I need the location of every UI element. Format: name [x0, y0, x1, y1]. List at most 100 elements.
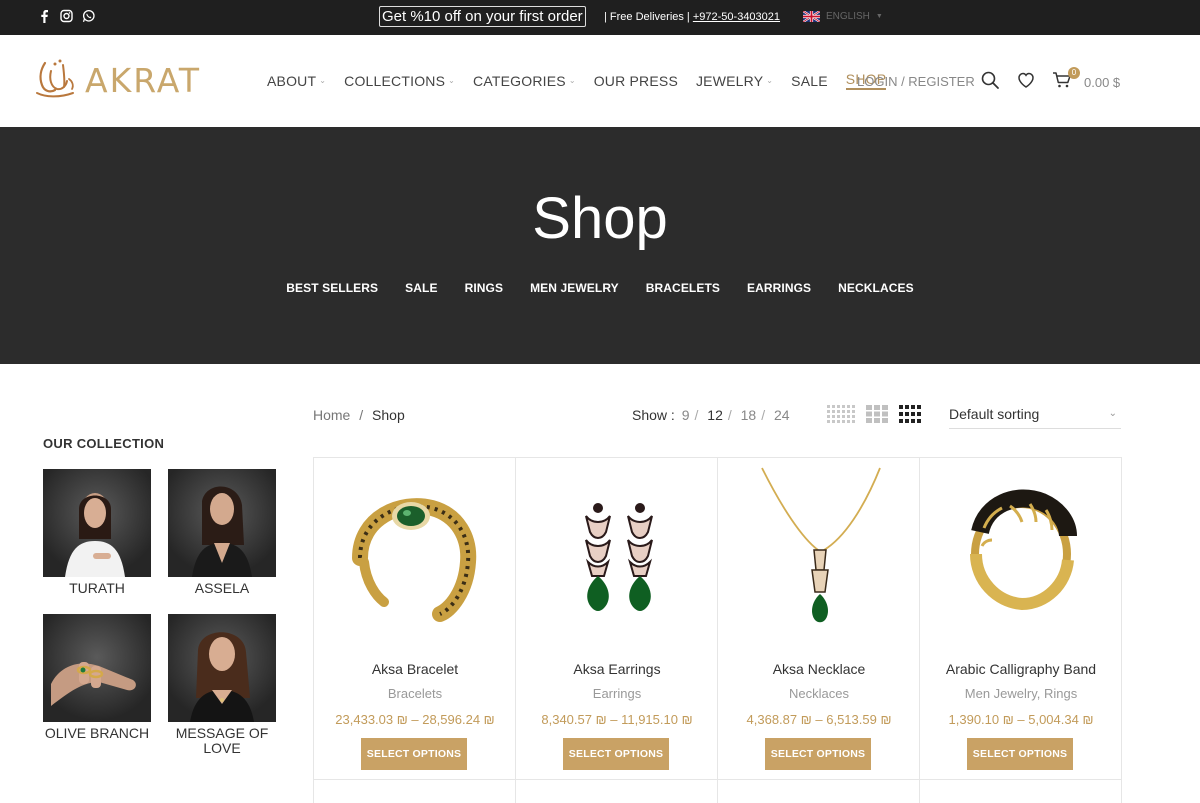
select-options-button[interactable]: SELECT OPTIONS [967, 738, 1073, 770]
collection-label: MESSAGE OF LOVE [175, 725, 269, 756]
show-separator: / [727, 407, 732, 423]
category-men-jewelry[interactable]: MEN JEWELRY [530, 281, 619, 295]
nav-label: JEWELRY [695, 72, 764, 89]
product-card-next-row [718, 780, 920, 803]
nav-collections[interactable]: COLLECTIONS ⌄ [344, 71, 455, 90]
nav-label: OUR PRESS [593, 72, 678, 89]
site-header: AKRAT ABOUT ⌄ COLLECTIONS ⌄ CATEGORIES ⌄ OU… [0, 35, 1200, 127]
show-9[interactable]: 9 [682, 407, 690, 423]
product-name[interactable]: Aksa Earrings [516, 661, 718, 677]
product-image [314, 458, 516, 648]
category-sale[interactable]: SALE [405, 281, 437, 295]
show-separator: / [761, 407, 766, 423]
logo-wordmark: AKRAT [85, 61, 201, 100]
product-card[interactable]: Arabic Calligraphy Band Men Jewelry, Rin… [920, 458, 1122, 780]
product-category[interactable]: Men Jewelry, Rings [920, 686, 1122, 701]
product-image [920, 458, 1122, 648]
nav-label: SALE [791, 72, 828, 89]
select-options-button[interactable]: SELECT OPTIONS [563, 738, 669, 770]
product-grid: Aksa Bracelet Bracelets 23,433.03 ₪ – 28… [313, 457, 1122, 803]
social-links [38, 9, 95, 23]
product-card-next-row [314, 780, 516, 803]
whatsapp-icon[interactable] [82, 9, 95, 23]
nav-sale[interactable]: SALE [791, 71, 828, 90]
category-best-sellers[interactable]: BEST SELLERS [286, 281, 378, 295]
facebook-icon[interactable] [38, 9, 51, 23]
nav-label: COLLECTIONS [344, 72, 446, 89]
category-bracelets[interactable]: BRACELETS [646, 281, 720, 295]
product-price: 23,433.03 ₪ – 28,596.24 ₪ [335, 712, 495, 727]
product-price: 8,340.57 ₪ – 11,915.10 ₪ [541, 712, 693, 727]
product-name[interactable]: Aksa Necklace [718, 661, 920, 677]
chevron-down-icon: ⌄ [766, 76, 774, 85]
product-card[interactable]: Aksa Bracelet Bracelets 23,433.03 ₪ – 28… [314, 458, 516, 780]
category-rings[interactable]: RINGS [465, 281, 504, 295]
product-card-next-row [516, 780, 718, 803]
product-card[interactable]: Aksa Earrings Earrings 8,340.57 ₪ – 11,9… [516, 458, 718, 780]
nav-label: CATEGORIES [473, 72, 566, 89]
promo-banner: Get %10 off on your first order [379, 6, 586, 27]
collection-olive-branch[interactable]: OLIVE BRANCH [43, 614, 151, 741]
sidebar-title: OUR COLLECTION [43, 436, 165, 451]
nav-our-press[interactable]: OUR PRESS [594, 71, 678, 90]
uk-flag-icon [803, 11, 820, 22]
grid-4-columns-icon[interactable] [899, 405, 921, 428]
nav-about[interactable]: ABOUT ⌄ [267, 71, 326, 90]
nav-jewelry[interactable]: JEWELRY ⌄ [696, 71, 773, 90]
wishlist-heart-icon[interactable] [1016, 70, 1036, 90]
show-12[interactable]: 12 [707, 407, 723, 423]
product-name[interactable]: Arabic Calligraphy Band [920, 661, 1122, 677]
product-price: 1,390.10 ₪ – 5,004.34 ₪ [948, 712, 1094, 727]
collection-image [43, 469, 151, 577]
category-necklaces[interactable]: NECKLACES [838, 281, 914, 295]
breadcrumb-current: Shop [372, 407, 405, 423]
language-switcher[interactable]: ENGLISH ▼ [803, 11, 883, 22]
collection-label: ASSELA [194, 580, 250, 596]
chevron-down-icon: ⌄ [319, 76, 327, 85]
collection-label: OLIVE BRANCH [44, 725, 150, 741]
sort-value: Default sorting [949, 406, 1040, 422]
deliveries-text: | Free Deliveries | [604, 11, 690, 23]
phone-link[interactable]: +972-50-3403021 [693, 11, 780, 23]
select-options-button[interactable]: SELECT OPTIONS [361, 738, 467, 770]
per-page-selector: Show : 9/ 12/ 18/ 24 [632, 407, 793, 423]
category-earrings[interactable]: EARRINGS [747, 281, 811, 295]
sort-select[interactable]: Default sorting ⌄ [949, 401, 1121, 429]
logo[interactable]: AKRAT [33, 55, 239, 109]
show-18[interactable]: 18 [741, 407, 757, 423]
nav-label: ABOUT [267, 72, 317, 89]
grid-5-columns-icon[interactable] [827, 405, 855, 428]
search-icon[interactable] [980, 70, 1000, 90]
breadcrumb-home[interactable]: Home [313, 407, 350, 423]
language-label: ENGLISH [826, 11, 870, 22]
collection-image [168, 614, 276, 722]
show-24[interactable]: 24 [774, 407, 790, 423]
category-links: BEST SELLERS SALE RINGS MEN JEWELRY BRAC… [0, 281, 1200, 295]
product-category-text: Men Jewelry, Rings [964, 686, 1078, 701]
product-category[interactable]: Necklaces [718, 686, 920, 701]
collection-image [168, 469, 276, 577]
chevron-down-icon: ⌄ [568, 76, 576, 85]
product-category[interactable]: Earrings [516, 686, 718, 701]
calligraphy-logo-icon [36, 59, 74, 98]
collection-label: TURATH [69, 580, 125, 596]
show-label: Show : [632, 407, 675, 423]
main-nav: ABOUT ⌄ COLLECTIONS ⌄ CATEGORIES ⌄ OUR PRES… [267, 71, 904, 90]
instagram-icon[interactable] [60, 9, 73, 23]
grid-3-columns-icon[interactable] [866, 405, 888, 428]
cart-total[interactable]: 0.00 $ [1084, 75, 1120, 90]
product-category[interactable]: Bracelets [314, 686, 516, 701]
breadcrumb: Home / Shop [313, 407, 405, 423]
product-name[interactable]: Aksa Bracelet [314, 661, 516, 677]
product-card[interactable]: Aksa Necklace Necklaces 4,368.87 ₪ – 6,5… [718, 458, 920, 780]
product-card-next-row [920, 780, 1122, 803]
login-register-link[interactable]: LOGIN / REGISTER [857, 74, 975, 89]
breadcrumb-separator: / [359, 407, 364, 423]
nav-categories[interactable]: CATEGORIES ⌄ [473, 71, 576, 90]
product-price: 4,368.87 ₪ – 6,513.59 ₪ [746, 712, 892, 727]
collection-assela[interactable]: ASSELA [168, 469, 276, 596]
collection-turath[interactable]: TURATH [43, 469, 151, 596]
delivery-info: | Free Deliveries | +972-50-3403021 [604, 11, 780, 23]
select-options-button[interactable]: SELECT OPTIONS [765, 738, 871, 770]
collection-message-of-love[interactable]: MESSAGE OF LOVE [168, 614, 276, 756]
